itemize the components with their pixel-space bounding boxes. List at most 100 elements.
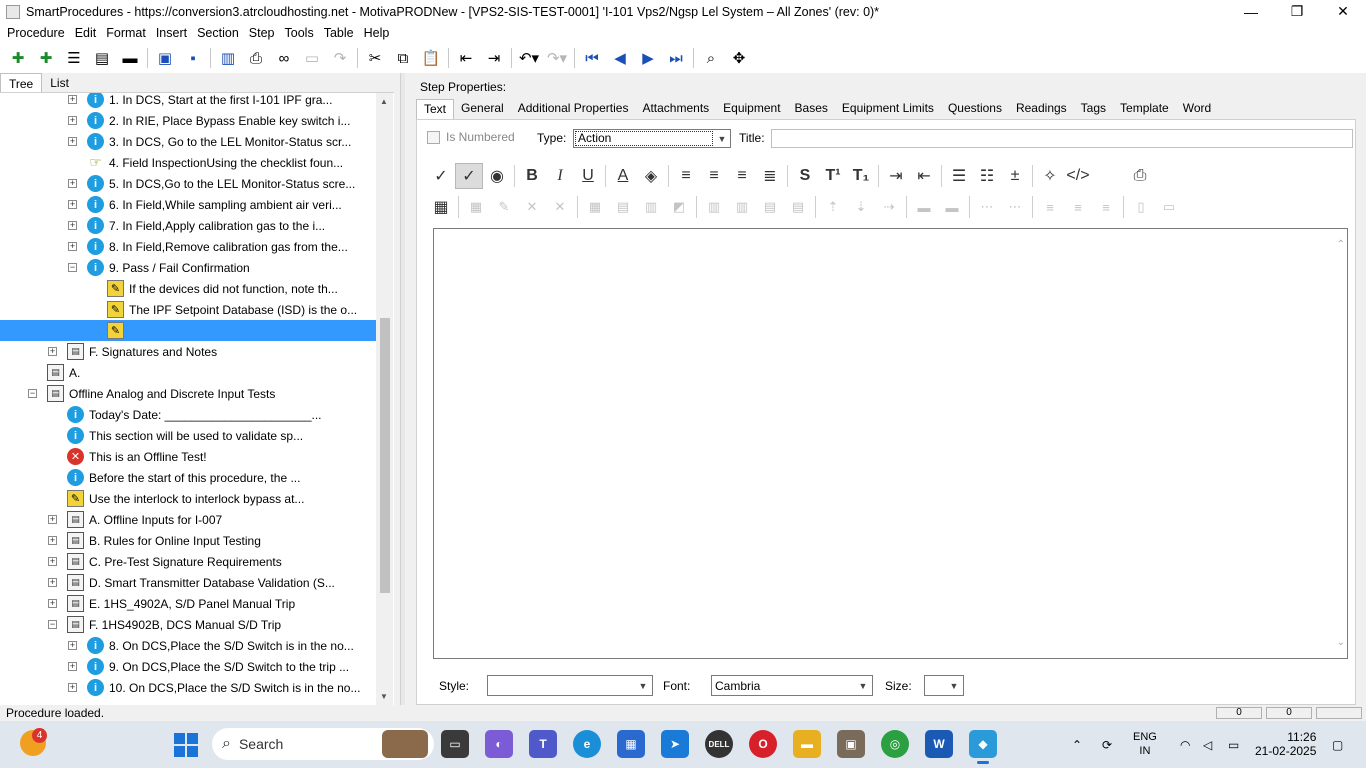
align-center-icon[interactable]: ≡: [700, 163, 728, 189]
tab-questions[interactable]: Questions: [941, 99, 1009, 119]
power-automate-icon[interactable]: ➤: [661, 730, 689, 758]
expand-icon[interactable]: +: [68, 221, 77, 230]
tree-node[interactable]: + ▤ A. Offline Inputs for I-007: [0, 509, 376, 530]
list-detail-icon[interactable]: ▤: [88, 45, 116, 71]
insert-row-above-icon[interactable]: ⇡: [819, 194, 847, 220]
file-explorer-icon[interactable]: ▬: [793, 730, 821, 758]
collapse-icon[interactable]: −: [48, 620, 57, 629]
expand-icon[interactable]: +: [48, 536, 57, 545]
copilot-icon[interactable]: ◐: [485, 730, 513, 758]
chevron-down-icon[interactable]: ▼: [714, 134, 730, 144]
tree-node[interactable]: + i 1. In DCS, Start at the first I-101 IP…: [0, 93, 376, 110]
clock[interactable]: 11:26 21-02-2025: [1255, 730, 1316, 758]
tab-equipment[interactable]: Equipment: [716, 99, 787, 119]
expand-icon[interactable]: +: [68, 137, 77, 146]
expand-icon[interactable]: +: [48, 557, 57, 566]
strikethrough-icon[interactable]: S: [791, 163, 819, 189]
tab-attachments[interactable]: Attachments: [635, 99, 716, 119]
html-source-icon[interactable]: </>: [1064, 163, 1092, 189]
insert-table-icon[interactable]: ▦: [427, 194, 455, 220]
tree-node[interactable]: + i 3. In DCS, Go to the LEL Monitor-Statu…: [0, 131, 376, 152]
globe-icon[interactable]: ◉: [483, 163, 511, 189]
list-icon[interactable]: ☰: [60, 45, 88, 71]
tree-node[interactable]: ▤ A.: [0, 362, 376, 383]
publish-icon[interactable]: ▥: [214, 45, 242, 71]
font-color-icon[interactable]: A: [609, 163, 637, 189]
menu-procedure[interactable]: Procedure: [2, 26, 70, 40]
tab-readings[interactable]: Readings: [1009, 99, 1074, 119]
cut-icon[interactable]: ✂: [361, 45, 389, 71]
dell-icon[interactable]: DELL: [705, 730, 733, 758]
tree-scrollbar[interactable]: ▲ ▼: [376, 93, 393, 705]
bullet-list-icon[interactable]: ☰: [945, 163, 973, 189]
tree-node[interactable]: + ▤ B. Rules for Online Input Testing: [0, 530, 376, 551]
last-icon[interactable]: ⏭: [662, 45, 690, 71]
find-icon[interactable]: ⌕: [697, 45, 725, 71]
title-input[interactable]: [771, 129, 1353, 148]
split-cells-icon[interactable]: ▬: [938, 194, 966, 220]
tree-node[interactable]: i Today's Date: ______________________...: [0, 404, 376, 425]
menu-help[interactable]: Help: [359, 26, 395, 40]
maximize-button[interactable]: ❐: [1274, 0, 1320, 23]
network-sync-icon[interactable]: ⟳: [1102, 721, 1112, 768]
italic-icon[interactable]: I: [546, 163, 574, 189]
outdent-icon[interactable]: ⇤: [452, 45, 480, 71]
battery-icon[interactable]: ▭: [1228, 721, 1239, 768]
expand-icon[interactable]: +: [48, 599, 57, 608]
subscript-icon[interactable]: T₁: [847, 163, 875, 189]
highlight-icon[interactable]: ◈: [637, 163, 665, 189]
tab-word[interactable]: Word: [1176, 99, 1218, 119]
add-child-icon[interactable]: ✚: [32, 45, 60, 71]
tab-text[interactable]: Text: [416, 99, 455, 119]
tab-general[interactable]: General: [454, 99, 511, 119]
redo-icon[interactable]: ↷▾: [543, 45, 571, 71]
link-icon[interactable]: ∞: [270, 45, 298, 71]
split-horizontal-icon[interactable]: ⋯: [973, 194, 1001, 220]
tree-node[interactable]: − ▤ F. 1HS4902B, DCS Manual S/D Trip: [0, 614, 376, 635]
checkbox-box[interactable]: [427, 130, 440, 144]
align-middle-icon[interactable]: ≡: [1064, 194, 1092, 220]
menu-table[interactable]: Table: [319, 26, 359, 40]
delete-row-icon[interactable]: ⇢: [875, 194, 903, 220]
delete-table-icon[interactable]: ✕: [518, 194, 546, 220]
print-icon[interactable]: ⎙: [242, 45, 270, 71]
app-icon-people[interactable]: ▣: [837, 730, 865, 758]
expand-icon[interactable]: +: [68, 683, 77, 692]
minimize-button[interactable]: —: [1228, 0, 1274, 23]
taskbar-search[interactable]: ⌕ Search: [212, 728, 434, 760]
expand-icon[interactable]: +: [68, 662, 77, 671]
expand-icon[interactable]: +: [68, 179, 77, 188]
panel-splitter[interactable]: [400, 73, 405, 705]
insert-line-icon[interactable]: ±: [1001, 163, 1029, 189]
scroll-up-icon[interactable]: ▲: [380, 97, 388, 106]
expand-icon[interactable]: +: [68, 242, 77, 251]
tree-node[interactable]: + i 10. On DCS,Place the S/D Switch is in …: [0, 677, 376, 698]
superscript-icon[interactable]: T¹: [819, 163, 847, 189]
tree-node[interactable]: ✎ Use the interlock to interlock bypass a…: [0, 488, 376, 509]
start-button[interactable]: [174, 733, 198, 757]
tab-additional-properties[interactable]: Additional Properties: [511, 99, 636, 119]
tree-node[interactable]: ✎ If the devices did not function, note t…: [0, 278, 376, 299]
menu-format[interactable]: Format: [101, 26, 151, 40]
expand-icon[interactable]: +: [68, 200, 77, 209]
font-select[interactable]: Cambria ▼: [711, 675, 873, 696]
tree-node[interactable]: − i 9. Pass / Fail Confirmation: [0, 257, 376, 278]
row-height-icon[interactable]: ▭: [1155, 194, 1183, 220]
size-select[interactable]: ▼: [924, 675, 964, 696]
tree-node[interactable]: i Before the start of this procedure, the…: [0, 467, 376, 488]
table-properties-icon[interactable]: ▦: [462, 194, 490, 220]
save-all-icon[interactable]: ▣: [151, 45, 179, 71]
indent-icon[interactable]: ⇥: [480, 45, 508, 71]
justify-icon[interactable]: ≣: [756, 163, 784, 189]
editor-scroll-down-icon[interactable]: ⌄: [1337, 637, 1345, 648]
underline-icon[interactable]: U: [574, 163, 602, 189]
split-vertical-icon[interactable]: ⋯: [1001, 194, 1029, 220]
tree-node[interactable]: + i 6. In Field,While sampling ambient air…: [0, 194, 376, 215]
redo-arrow-icon[interactable]: ↷: [326, 45, 354, 71]
tree-node[interactable]: ☞ 4. Field InspectionUsing the checklist …: [0, 152, 376, 173]
delete-col-icon[interactable]: ▤: [756, 194, 784, 220]
tree-node[interactable]: + i 9. On DCS,Place the S/D Switch to the …: [0, 656, 376, 677]
column-width-icon[interactable]: ▯: [1127, 194, 1155, 220]
clear-table-icon[interactable]: ✕: [546, 194, 574, 220]
tree-node[interactable]: + i 7. In Field,Apply calibration gas to t…: [0, 215, 376, 236]
